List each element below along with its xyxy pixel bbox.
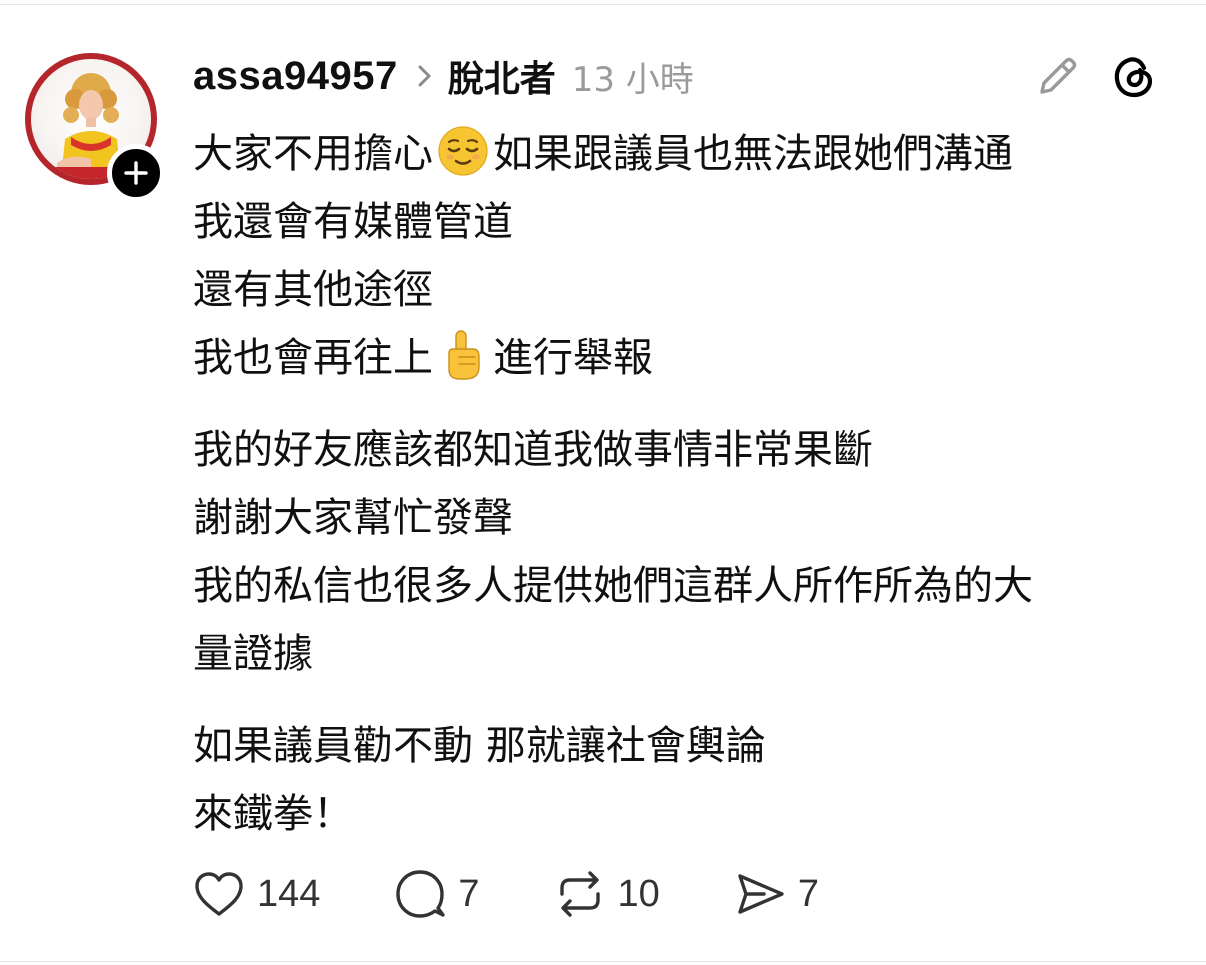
send-icon — [738, 874, 784, 914]
chevron-right-icon — [418, 65, 432, 87]
post-line-1-before: 大家不用擔心 — [193, 131, 433, 177]
share-button[interactable]: 7 — [734, 868, 819, 920]
threads-logo-icon[interactable] — [1110, 52, 1158, 100]
avatar-container — [25, 53, 165, 202]
like-count: 144 — [257, 872, 321, 915]
pencil-icon[interactable] — [1034, 52, 1082, 100]
repost-button[interactable]: 10 — [554, 868, 660, 920]
post-line-1-after: 如果跟議員也無法跟她們溝通 — [493, 131, 1013, 177]
like-button[interactable]: 144 — [193, 870, 320, 918]
repost-count: 10 — [617, 872, 660, 915]
username[interactable]: assa94957 — [193, 54, 398, 99]
post-body: 大家不用擔心 如果跟議員也無法跟她們溝通 我還會有媒體管道 還有其他途徑 我也會… — [193, 120, 1163, 848]
post-line-6: 謝謝大家幫忙發聲 — [193, 495, 513, 541]
timestamp: 13 小時 — [571, 59, 694, 100]
share-count: 7 — [797, 872, 819, 915]
post-line-7: 我的私信也很多人提供她們這群人所作所為的大 — [193, 563, 1033, 609]
action-bar: 144 7 10 7 — [193, 864, 819, 924]
post-line-2: 我還會有媒體管道 — [193, 199, 513, 245]
pointing-up-emoji — [437, 329, 489, 381]
relieved-face-emoji — [437, 125, 489, 177]
bottom-divider — [0, 961, 1206, 962]
post-line-4: 我也會再往上 進行舉報 — [193, 324, 1163, 392]
post-line-9: 如果議員勸不動 那就讓社會輿論 — [193, 723, 766, 769]
reply-count: 7 — [458, 872, 480, 915]
top-divider — [0, 4, 1206, 5]
topic-tag[interactable]: 脫北者 — [448, 50, 556, 102]
plus-icon — [124, 161, 148, 185]
heart-icon — [195, 872, 243, 916]
post-line-4-before: 我也會再往上 — [193, 335, 433, 381]
post-line-1: 大家不用擔心 如果跟議員也無法跟她們溝通 — [193, 120, 1163, 188]
follow-button[interactable] — [107, 144, 165, 202]
post-line-4-after: 進行舉報 — [493, 335, 653, 381]
post-line-8: 量證據 — [193, 631, 313, 677]
post-line-10: 來鐵拳！ — [193, 791, 353, 837]
post-line-3: 還有其他途徑 — [193, 267, 433, 313]
speech-bubble-icon — [396, 870, 446, 918]
post-header: assa94957 脫北者 13 小時 — [193, 50, 694, 102]
post-line-5: 我的好友應該都知道我做事情非常果斷 — [193, 427, 873, 473]
reply-button[interactable]: 7 — [394, 868, 480, 920]
repost-icon — [559, 871, 600, 917]
